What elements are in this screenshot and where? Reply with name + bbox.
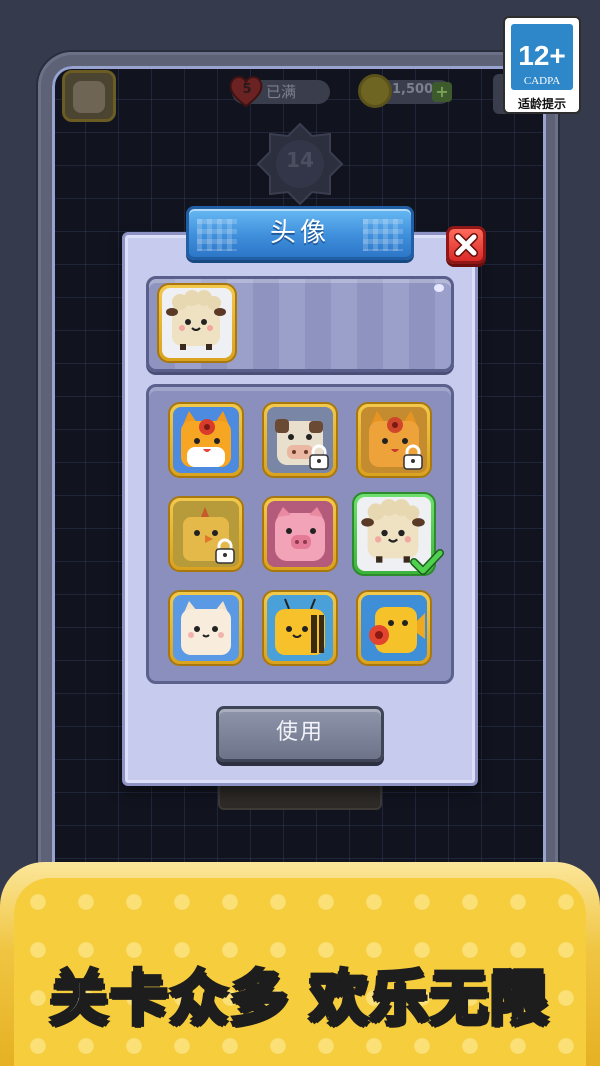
white-cat-icon [181,601,231,655]
avatar-image [173,407,239,473]
slogan-left: 关卡众多 [48,962,290,1033]
sheep-icon [166,290,226,350]
lock-icon [215,538,235,564]
rating-age: 12+ [518,40,566,71]
use-avatar-button[interactable]: 使用 [216,706,384,762]
rating-panel: 12+ CADPA [511,24,573,90]
preview-highlight [434,284,444,292]
lock-icon [309,444,329,470]
avatar-option-pig[interactable] [262,496,338,572]
avatar-option-bee[interactable] [262,590,338,666]
avatar-option-yellow-fish[interactable] [356,590,432,666]
coin-icon [358,74,392,108]
lives-status: 已满 [266,83,297,101]
dialog-title: 头像 [269,218,330,248]
avatar-thumb [73,81,105,113]
avatar-image [173,595,239,661]
avatar-image [267,501,333,567]
player-avatar-button[interactable] [62,70,116,122]
close-icon [454,233,478,257]
rating-org: CADPA [523,75,561,87]
title-decoration-left [197,219,237,251]
avatar-image [267,595,333,661]
lock-icon [403,444,423,470]
lives-count: 5 [242,82,252,97]
avatar-option-white-cat[interactable] [168,590,244,666]
yellow-fish-icon [369,607,425,653]
age-rating-badge: 12+ CADPA 适龄提示 [503,16,581,114]
current-avatar-preview [157,283,237,363]
add-coins-button[interactable]: + [432,82,452,102]
slogan-right: 欢乐无限 [308,962,551,1033]
bee-icon [275,598,325,655]
title-decoration-right [363,219,403,251]
dialog-title-banner: 头像 [186,206,414,260]
avatar-image [361,595,427,661]
close-button[interactable] [446,226,486,264]
promo-slogan: 关卡众多 欢乐无限 [0,950,600,1034]
sheep-avatar [162,288,232,358]
avatar-option-orange-cat[interactable] [168,402,244,478]
coin-count: 1,500 [392,82,434,97]
rating-note: 适龄提示 [517,97,566,111]
orange-cat-icon [181,411,231,467]
pig-icon [275,507,325,561]
checkmark-icon [410,549,444,575]
level-number: 14 [286,148,314,172]
